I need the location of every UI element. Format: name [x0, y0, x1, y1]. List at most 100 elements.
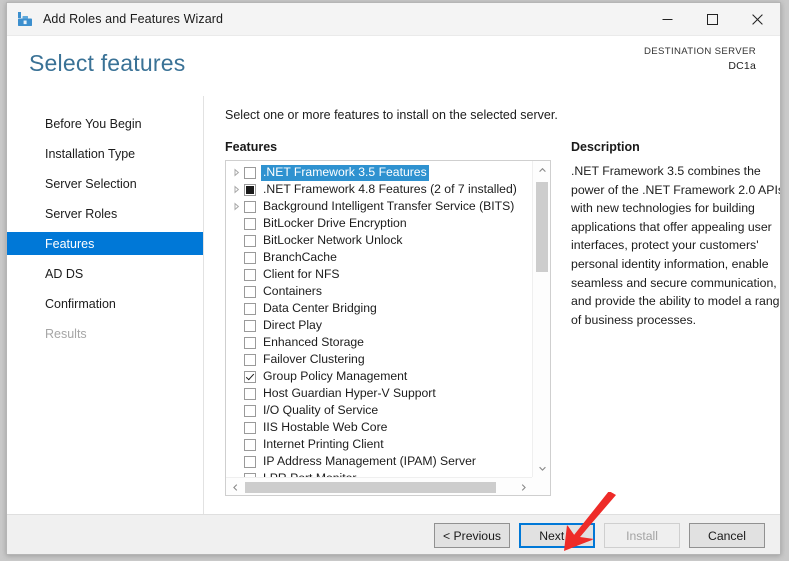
- feature-label: IP Address Management (IPAM) Server: [263, 454, 476, 469]
- window-title: Add Roles and Features Wizard: [43, 12, 224, 26]
- features-horizontal-scrollbar[interactable]: [226, 477, 532, 495]
- sidebar-item-before-you-begin[interactable]: Before You Begin: [7, 112, 203, 135]
- wizard-nav-sidebar: Before You Begin Installation Type Server …: [7, 96, 204, 514]
- scroll-left-icon[interactable]: [226, 478, 244, 495]
- feature-row[interactable]: Background Intelligent Transfer Service …: [226, 198, 532, 215]
- feature-row[interactable]: Containers: [226, 283, 532, 300]
- feature-row[interactable]: IP Address Management (IPAM) Server: [226, 453, 532, 470]
- main-content: Select one or more features to install o…: [204, 96, 780, 514]
- feature-row[interactable]: Direct Play: [226, 317, 532, 334]
- description-text: .NET Framework 3.5 combines the power of…: [571, 164, 781, 327]
- feature-row[interactable]: Internet Printing Client: [226, 436, 532, 453]
- feature-row[interactable]: I/O Quality of Service: [226, 402, 532, 419]
- feature-row[interactable]: BitLocker Network Unlock: [226, 232, 532, 249]
- feature-checkbox[interactable]: [244, 421, 256, 434]
- scroll-right-icon[interactable]: [514, 478, 532, 495]
- feature-label: BitLocker Network Unlock: [263, 233, 403, 248]
- feature-label: Host Guardian Hyper-V Support: [263, 386, 436, 401]
- feature-label: IIS Hostable Web Core: [263, 420, 388, 435]
- feature-checkbox[interactable]: [244, 166, 256, 179]
- feature-label: Group Policy Management: [263, 369, 408, 384]
- feature-checkbox[interactable]: [244, 285, 256, 298]
- horizontal-scroll-thumb[interactable]: [245, 482, 496, 493]
- sidebar-item-label: AD DS: [45, 266, 84, 281]
- feature-label: BranchCache: [263, 250, 337, 265]
- feature-label: Data Center Bridging: [263, 301, 377, 316]
- feature-label: Background Intelligent Transfer Service …: [263, 199, 515, 214]
- feature-row[interactable]: IIS Hostable Web Core: [226, 419, 532, 436]
- minimize-button[interactable]: [645, 3, 690, 35]
- feature-checkbox[interactable]: [244, 438, 256, 451]
- feature-row[interactable]: Host Guardian Hyper-V Support: [226, 385, 532, 402]
- feature-row[interactable]: .NET Framework 4.8 Features (2 of 7 inst…: [226, 181, 532, 198]
- feature-label: Containers: [263, 284, 322, 299]
- next-button[interactable]: Next >: [519, 523, 595, 548]
- destination-server-block: DESTINATION SERVER DC1a: [644, 46, 756, 73]
- sidebar-item-server-selection[interactable]: Server Selection: [7, 172, 203, 195]
- install-button: Install: [604, 523, 680, 548]
- feature-checkbox[interactable]: [244, 319, 256, 332]
- page-title: Select features: [29, 50, 186, 76]
- sidebar-item-label: Confirmation: [45, 296, 116, 311]
- feature-checkbox[interactable]: [244, 302, 256, 315]
- maximize-button[interactable]: [690, 3, 735, 35]
- sidebar-item-results: Results: [7, 322, 203, 345]
- chevron-right-icon[interactable]: [229, 202, 244, 211]
- feature-row[interactable]: Group Policy Management: [226, 368, 532, 385]
- feature-row[interactable]: Client for NFS: [226, 266, 532, 283]
- sidebar-item-installation-type[interactable]: Installation Type: [7, 142, 203, 165]
- previous-button[interactable]: < Previous: [434, 523, 510, 548]
- wizard-button-row: < Previous Next > Install Cancel: [434, 523, 765, 548]
- sidebar-item-ad-ds[interactable]: AD DS: [7, 262, 203, 285]
- chevron-right-icon[interactable]: [229, 168, 244, 177]
- feature-label: Direct Play: [263, 318, 322, 333]
- feature-row[interactable]: Enhanced Storage: [226, 334, 532, 351]
- feature-checkbox[interactable]: [244, 268, 256, 281]
- title-bar: Add Roles and Features Wizard: [7, 3, 780, 36]
- vertical-scroll-thumb[interactable]: [536, 182, 548, 272]
- features-vertical-scrollbar[interactable]: [532, 161, 550, 477]
- feature-label: .NET Framework 3.5 Features: [261, 165, 429, 181]
- cancel-button[interactable]: Cancel: [689, 523, 765, 548]
- feature-row[interactable]: BranchCache: [226, 249, 532, 266]
- description-heading: Description: [571, 140, 640, 154]
- feature-label: Failover Clustering: [263, 352, 365, 367]
- sidebar-item-features[interactable]: Features: [7, 232, 203, 255]
- add-roles-features-wizard-window: Add Roles and Features Wizard Select fea…: [6, 2, 781, 555]
- feature-row[interactable]: LPR Port Monitor: [226, 470, 532, 477]
- page-header: Select features DESTINATION SERVER DC1a: [7, 36, 780, 96]
- features-heading: Features: [225, 140, 278, 154]
- body-area: Before You Begin Installation Type Server …: [7, 96, 780, 514]
- feature-label: BitLocker Drive Encryption: [263, 216, 407, 231]
- feature-checkbox[interactable]: [244, 183, 256, 196]
- feature-checkbox[interactable]: [244, 387, 256, 400]
- feature-row[interactable]: Failover Clustering: [226, 351, 532, 368]
- feature-row[interactable]: .NET Framework 3.5 Features: [226, 164, 532, 181]
- feature-checkbox[interactable]: [244, 336, 256, 349]
- destination-server-label: DESTINATION SERVER: [643, 46, 756, 57]
- sidebar-item-confirmation[interactable]: Confirmation: [7, 292, 203, 315]
- sidebar-item-label: Features: [45, 236, 95, 251]
- sidebar-item-label: Installation Type: [45, 146, 136, 161]
- scroll-up-icon[interactable]: [533, 161, 550, 179]
- feature-row[interactable]: Data Center Bridging: [226, 300, 532, 317]
- feature-checkbox[interactable]: [244, 200, 256, 213]
- instruction-text: Select one or more features to install o…: [225, 108, 558, 122]
- feature-row[interactable]: BitLocker Drive Encryption: [226, 215, 532, 232]
- chevron-right-icon[interactable]: [229, 185, 244, 194]
- caption-button-group: [645, 3, 780, 35]
- feature-checkbox[interactable]: [244, 404, 256, 417]
- feature-checkbox[interactable]: [244, 455, 256, 468]
- scroll-down-icon[interactable]: [533, 459, 550, 477]
- feature-checkbox[interactable]: [244, 251, 256, 264]
- features-listbox[interactable]: .NET Framework 3.5 Features .NET Framewor…: [225, 160, 551, 496]
- feature-checkbox[interactable]: [244, 217, 256, 230]
- features-list: .NET Framework 3.5 Features .NET Framewor…: [226, 161, 532, 477]
- feature-label: I/O Quality of Service: [263, 403, 379, 418]
- close-button[interactable]: [735, 3, 780, 35]
- feature-checkbox[interactable]: [244, 370, 256, 383]
- feature-checkbox[interactable]: [244, 353, 256, 366]
- feature-checkbox[interactable]: [244, 234, 256, 247]
- sidebar-item-server-roles[interactable]: Server Roles: [7, 202, 203, 225]
- feature-label: Client for NFS: [263, 267, 340, 282]
